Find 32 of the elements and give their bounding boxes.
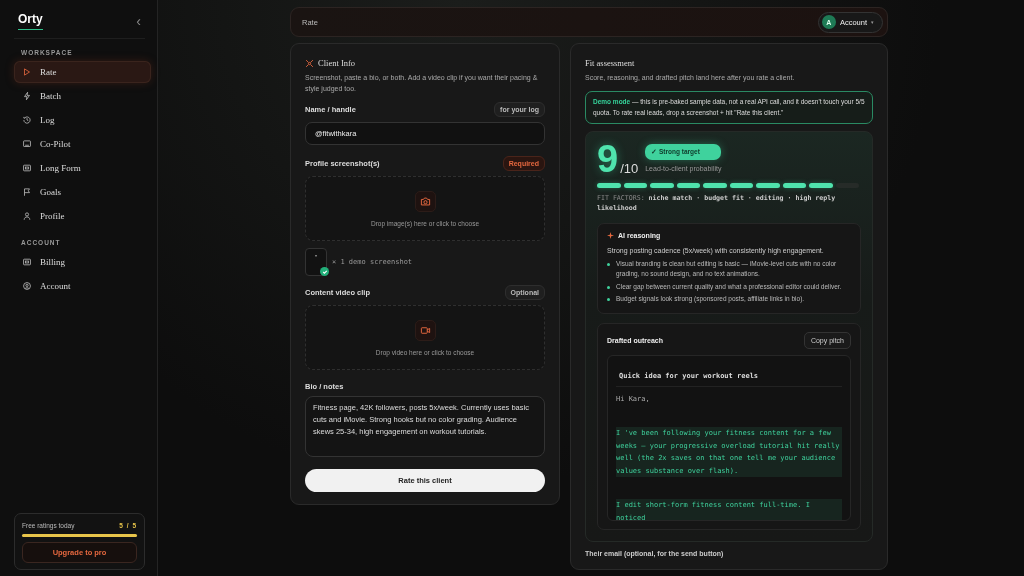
video-camera-icon <box>419 324 431 336</box>
check-icon <box>320 267 329 277</box>
score-max: /10 <box>620 161 639 177</box>
bullet-icon <box>607 285 610 289</box>
user-circle-icon <box>22 281 32 291</box>
collapse-button[interactable]: ‹ <box>136 13 141 29</box>
target-icon <box>305 58 314 68</box>
nav-item[interactable]: Account <box>14 275 151 297</box>
nav-item[interactable]: Billing <box>14 251 151 273</box>
nav-item[interactable]: Long Form <box>14 157 151 179</box>
nav-item[interactable]: Log <box>14 109 151 131</box>
nav-item[interactable]: Rate <box>14 61 151 83</box>
user-icon <box>22 211 32 221</box>
nav-item[interactable]: Co-Pilot <box>14 133 151 155</box>
score-value: 9 <box>597 141 619 177</box>
nav-item[interactable]: Profile <box>14 205 151 227</box>
brand-logo: Orty <box>18 12 43 30</box>
card-title: Client Info <box>318 58 356 68</box>
lightning-icon <box>22 91 32 101</box>
screen-icon <box>22 163 32 173</box>
flag-icon <box>22 187 32 197</box>
nav-item[interactable]: Goals <box>14 181 151 203</box>
camera-icon <box>419 195 431 207</box>
screen-icon <box>22 257 32 267</box>
play-icon <box>22 67 32 77</box>
bullet-icon <box>607 298 610 302</box>
monitor-icon <box>22 139 32 149</box>
history-icon <box>22 115 32 125</box>
bullet-icon <box>607 262 610 266</box>
sparkle-icon <box>607 231 614 239</box>
card-title: Fit assessment <box>585 58 635 68</box>
nav-item[interactable]: Batch <box>14 85 151 107</box>
